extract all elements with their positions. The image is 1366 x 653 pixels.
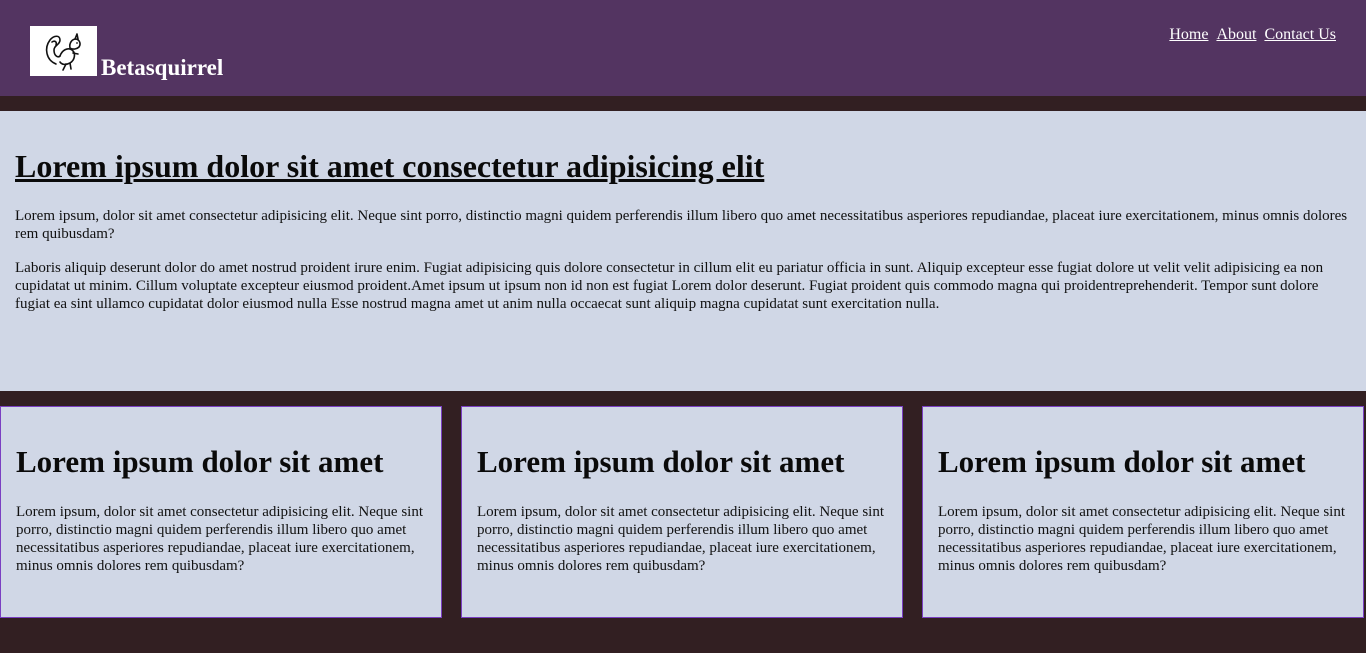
card: Lorem ipsum dolor sit amet Lorem ipsum, …	[0, 406, 442, 618]
card: Lorem ipsum dolor sit amet Lorem ipsum, …	[461, 406, 903, 618]
card-text: Lorem ipsum, dolor sit amet consectetur …	[477, 504, 884, 574]
card-title: Lorem ipsum dolor sit amet	[477, 444, 845, 479]
nav-link-about[interactable]: About	[1216, 26, 1256, 43]
card-title: Lorem ipsum dolor sit amet	[938, 444, 1306, 479]
nav-link-home[interactable]: Home	[1169, 26, 1208, 43]
card-title: Lorem ipsum dolor sit amet	[16, 444, 384, 479]
nav-link-contact[interactable]: Contact Us	[1264, 26, 1336, 43]
main-nav: Home About Contact Us	[1165, 25, 1336, 45]
hero-title: Lorem ipsum dolor sit amet consectetur a…	[15, 148, 765, 184]
hero-paragraph: Lorem ipsum, dolor sit amet consectetur …	[15, 208, 1348, 242]
hero-section: Lorem ipsum dolor sit amet consectetur a…	[0, 111, 1366, 391]
squirrel-logo-icon[interactable]	[30, 26, 97, 76]
card-text: Lorem ipsum, dolor sit amet consectetur …	[16, 504, 423, 574]
card: Lorem ipsum dolor sit amet Lorem ipsum, …	[922, 406, 1364, 618]
hero-paragraph: Laboris aliquip deserunt dolor do amet n…	[15, 260, 1324, 312]
site-header: Betasquirrel Home About Contact Us	[0, 0, 1366, 96]
card-text: Lorem ipsum, dolor sit amet consectetur …	[938, 504, 1345, 574]
brand-name: Betasquirrel	[101, 55, 224, 80]
card-row: Lorem ipsum dolor sit amet Lorem ipsum, …	[0, 406, 1366, 618]
